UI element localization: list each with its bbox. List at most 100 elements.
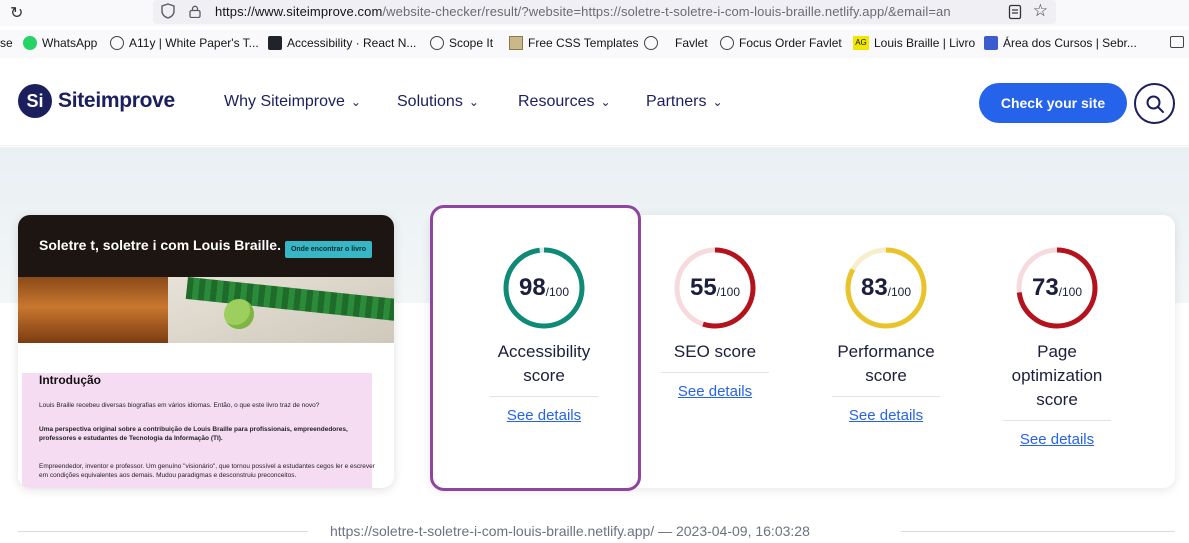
- score-number: 83: [860, 274, 888, 301]
- score-value: 73/100: [1015, 246, 1099, 330]
- bookmark-label: A11y | White Paper's T...: [129, 36, 259, 50]
- preview-header: Soletre t, soletre i com Louis Braille. …: [18, 215, 394, 277]
- score-max: /100: [716, 284, 741, 299]
- bookmark-label: Accessibility · React N...: [287, 36, 417, 50]
- bookmark-label: Free CSS Templates: [528, 36, 639, 50]
- globe-icon: [430, 36, 444, 50]
- search-icon: [1146, 95, 1164, 113]
- url-path: /website-checker/result/?website=https:/…: [382, 4, 951, 19]
- result-meta: https://soletre-t-soletre-i-com-louis-br…: [18, 520, 1175, 540]
- reader-view-icon[interactable]: [1008, 4, 1022, 20]
- chevron-down-icon: ⌄: [600, 95, 611, 109]
- folder-icon: [1170, 36, 1184, 48]
- lock-icon[interactable]: [189, 5, 201, 18]
- divider: [901, 531, 1175, 532]
- preview-paragraph: Uma perspectiva original sobre a contrib…: [39, 426, 348, 442]
- bookmark-item[interactable]: Scope It: [430, 36, 493, 50]
- url-text: https://www.siteimprove.com/website-chec…: [215, 4, 995, 19]
- globe-icon: [720, 36, 734, 50]
- chevron-down-icon: ⌄: [712, 95, 723, 109]
- see-details-link[interactable]: See details: [640, 383, 790, 400]
- bookmark-item[interactable]: AG Louis Braille | Livro: [853, 36, 975, 50]
- score-ring: 98/100: [502, 246, 586, 330]
- divider: [490, 396, 598, 397]
- nav-solutions[interactable]: Solutions ⌄: [397, 93, 479, 111]
- score-label: Performance score: [837, 342, 935, 385]
- reload-icon[interactable]: ↻: [10, 3, 23, 23]
- see-details-link[interactable]: See details: [811, 407, 961, 424]
- score-number: 73: [1031, 274, 1059, 301]
- bookmark-star-icon[interactable]: ☆: [1033, 1, 1048, 21]
- bookmark-item[interactable]: A11y | White Paper's T...: [110, 36, 259, 50]
- score-number: 98: [518, 274, 546, 301]
- preview-heading: Introdução: [39, 373, 101, 387]
- browser-toolbar: ↻ https://www.siteimprove.com/website-ch…: [0, 0, 1189, 26]
- chevron-down-icon: ⌄: [468, 95, 479, 109]
- bookmark-item[interactable]: Focus Order Favlet: [720, 36, 842, 50]
- bookmark-label: se: [0, 36, 13, 50]
- bookmark-item[interactable]: Free CSS Templates: [509, 36, 639, 50]
- preview-intro-section: Introdução Louis Braille recebeu diversa…: [22, 373, 375, 488]
- bookmark-item[interactable]: Accessibility · React N...: [268, 36, 416, 50]
- globe-icon: [110, 36, 124, 50]
- bookmark-label: WhatsApp: [42, 36, 98, 50]
- score-ring: 83/100: [844, 246, 928, 330]
- score-label: Accessibility score: [497, 342, 591, 385]
- score-ring: 55/100: [673, 246, 757, 330]
- score-performance: 83/100 Performance score See details: [811, 246, 961, 424]
- preview-site-title: Soletre t, soletre i com Louis Braille.: [39, 237, 281, 253]
- divider: [661, 372, 769, 373]
- site-header: Si Siteimprove Why Siteimprove ⌄ Solution…: [0, 58, 1189, 146]
- divider: [1003, 420, 1111, 421]
- course-icon: [984, 36, 998, 50]
- score-value: 83/100: [844, 246, 928, 330]
- score-label: SEO score: [673, 342, 757, 361]
- score-value: 55/100: [673, 246, 757, 330]
- search-button[interactable]: [1134, 83, 1175, 124]
- bookmark-item[interactable]: Área dos Cursos | Sebr...: [984, 36, 1137, 50]
- preview-paragraph: Empreendedor, inventor e professor. Um g…: [39, 463, 375, 479]
- nav-label: Resources: [518, 93, 595, 110]
- logo-wordmark: Siteimprove: [58, 89, 175, 112]
- score-max: /100: [545, 284, 570, 299]
- bookmark-label: Louis Braille | Livro: [874, 36, 976, 50]
- react-icon: [268, 36, 282, 50]
- preview-book-button: Onde encontrar o livro: [285, 241, 372, 258]
- score-max: /100: [1058, 284, 1083, 299]
- score-page-optimization: 73/100 Page optimization score See detai…: [982, 246, 1132, 448]
- nav-label: Why Siteimprove: [224, 93, 345, 110]
- bookmark-item[interactable]: Favlet: [644, 36, 708, 50]
- divider: [18, 531, 308, 532]
- address-bar[interactable]: https://www.siteimprove.com/website-chec…: [153, 0, 1056, 24]
- score-value: 98/100: [502, 246, 586, 330]
- bookmark-item[interactable]: WhatsApp: [23, 36, 97, 50]
- image-icon: [509, 36, 523, 50]
- score-max: /100: [887, 284, 912, 299]
- score-label: Page optimization score: [1011, 342, 1103, 409]
- preview-spacer: [18, 343, 394, 373]
- nav-resources[interactable]: Resources ⌄: [518, 93, 611, 111]
- check-your-site-button[interactable]: Check your site: [979, 83, 1127, 123]
- see-details-link[interactable]: See details: [469, 407, 619, 424]
- divider: [832, 396, 940, 397]
- siteimprove-logo[interactable]: Si Siteimprove: [18, 84, 175, 118]
- bookmark-folder[interactable]: [1170, 36, 1184, 48]
- score-number: 55: [689, 274, 717, 301]
- nav-label: Solutions: [397, 93, 463, 110]
- site-preview-card: Soletre t, soletre i com Louis Braille. …: [18, 215, 394, 488]
- bookmark-label: Área dos Cursos | Sebr...: [1003, 36, 1137, 50]
- ag-icon: AG: [853, 36, 869, 50]
- push-pin: [224, 299, 254, 329]
- shield-icon[interactable]: [161, 3, 175, 19]
- bookmark-label: Focus Order Favlet: [739, 36, 842, 50]
- nav-why-siteimprove[interactable]: Why Siteimprove ⌄: [224, 93, 361, 111]
- bookmark-label: Scope It: [449, 36, 494, 50]
- see-details-link[interactable]: See details: [982, 431, 1132, 448]
- preview-paragraph: Louis Braille recebeu diversas biografia…: [39, 402, 320, 409]
- bookmark-item[interactable]: se: [0, 36, 13, 50]
- score-ring: 73/100: [1015, 246, 1099, 330]
- url-host: https://www.siteimprove.com: [215, 4, 383, 19]
- score-accessibility: 98/100 Accessibility score See details: [469, 246, 619, 424]
- nav-partners[interactable]: Partners ⌄: [646, 93, 723, 111]
- globe-icon: [644, 36, 658, 50]
